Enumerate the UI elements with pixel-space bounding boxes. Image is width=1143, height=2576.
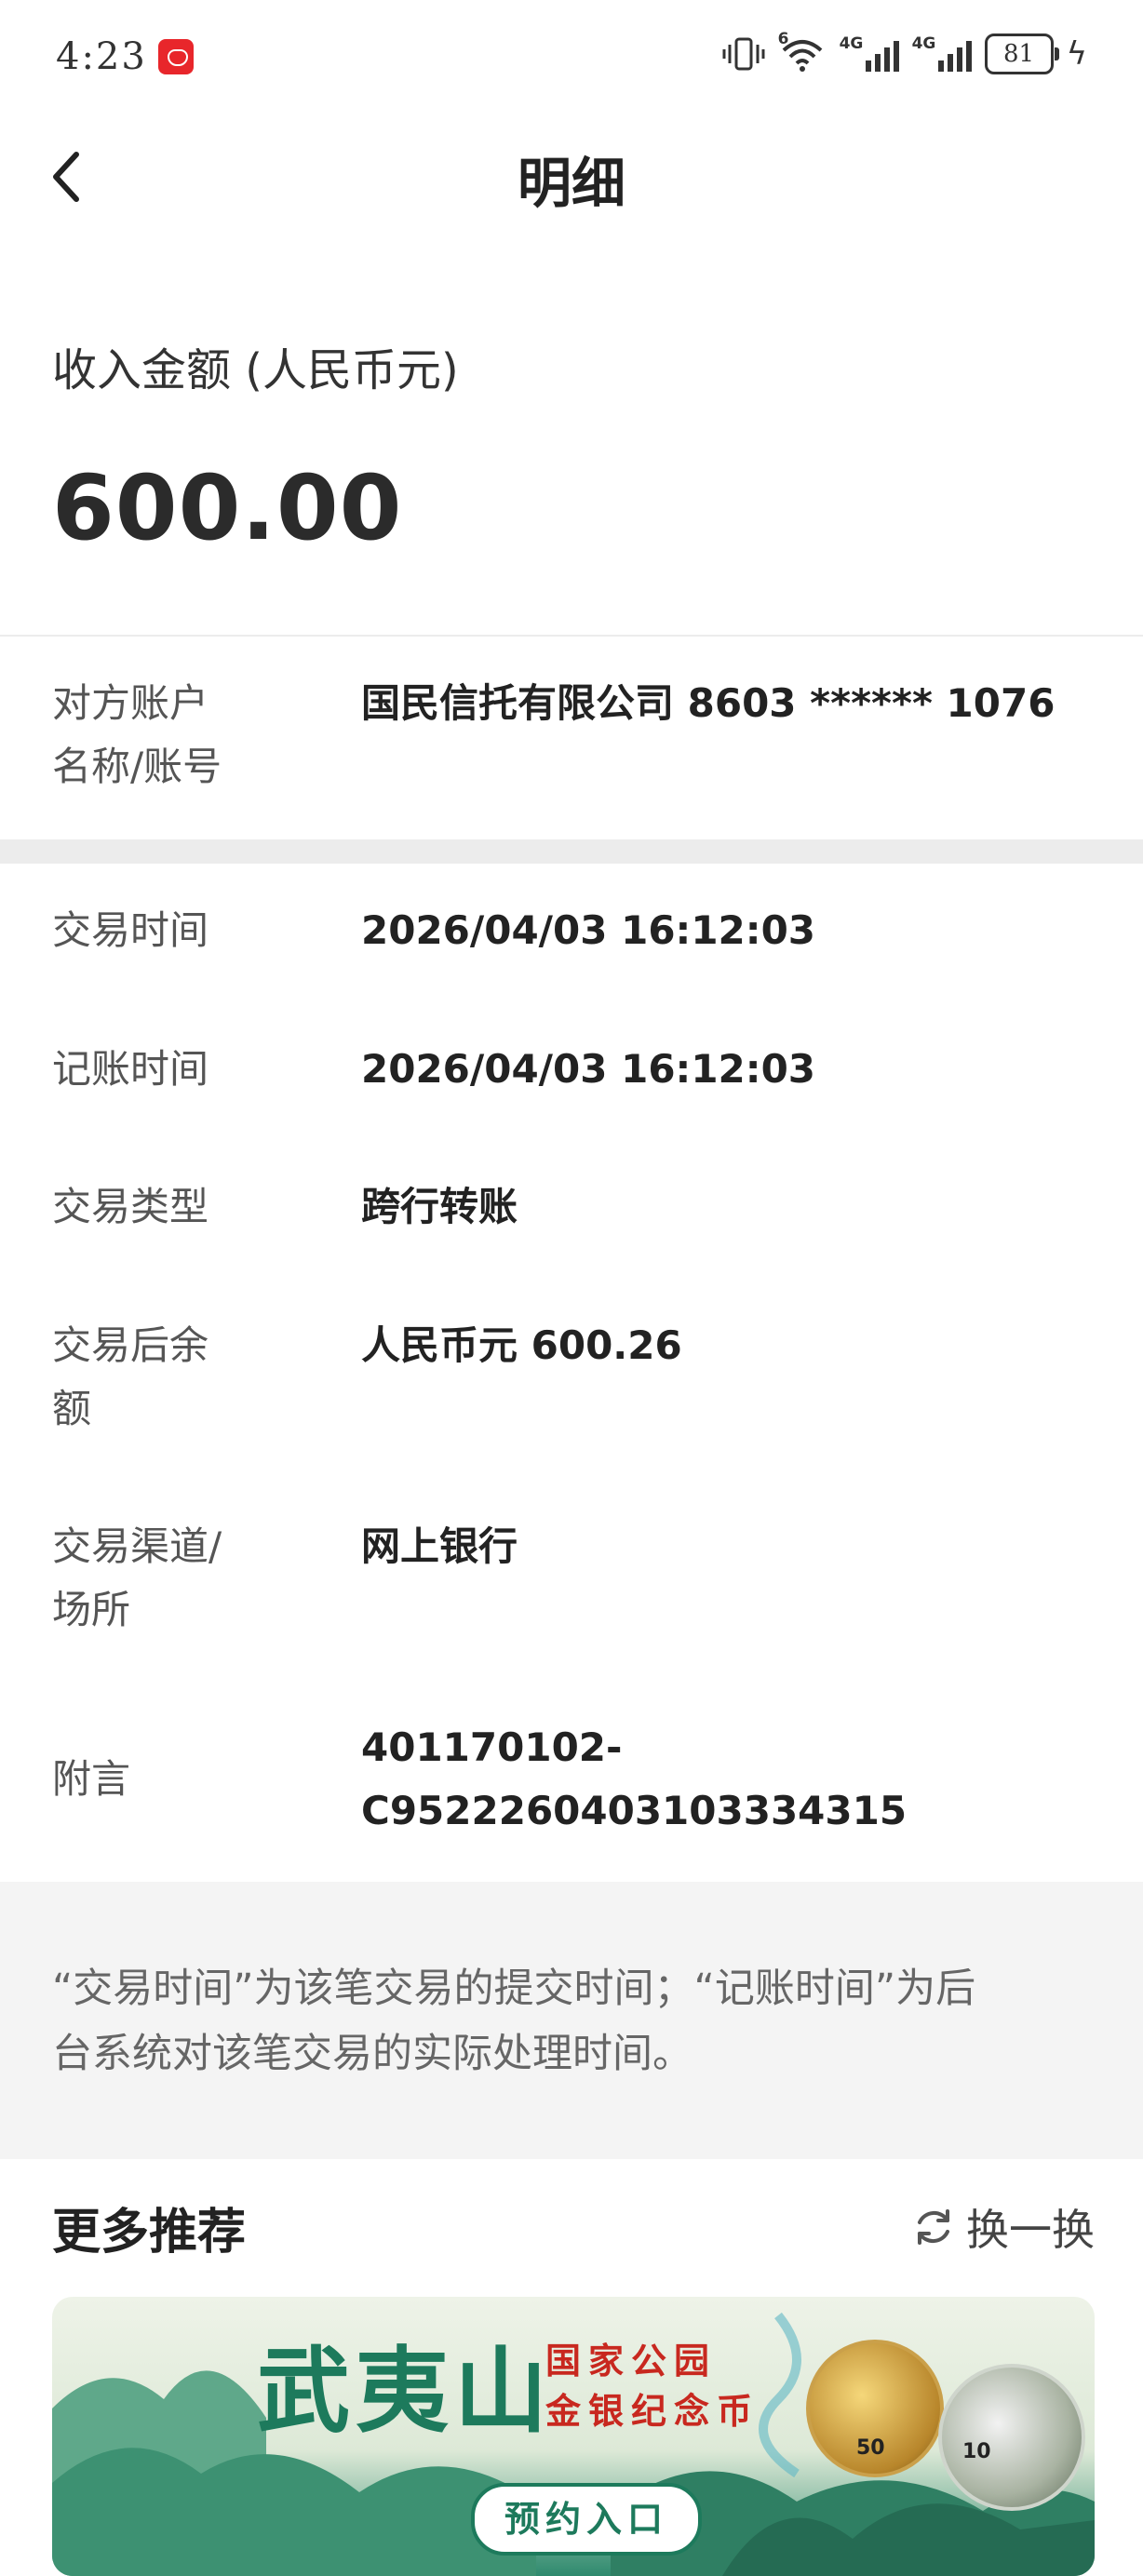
note-line: “交易时间”为该笔交易的提交时间；“记账时间”为后 bbox=[52, 1966, 976, 2012]
row-label: 交易类型 bbox=[52, 1184, 209, 1229]
status-time: 4:23 bbox=[56, 35, 147, 78]
banner-title: 武夷山 bbox=[257, 2336, 553, 2446]
wifi-tag: 6 bbox=[777, 30, 789, 48]
counterparty-value: 国民信托有限公司 8603 ****** 1076 bbox=[361, 680, 1056, 726]
amount-value: 600.00 bbox=[52, 456, 403, 560]
signal-icon-sim1: 4G bbox=[839, 34, 899, 72]
refresh-button[interactable]: 换一换 bbox=[910, 2196, 1095, 2258]
row-label-line: 对方账户 bbox=[52, 680, 209, 726]
vibrate-icon bbox=[722, 37, 765, 71]
post-time-value: 2026/04/03 16:12:03 bbox=[361, 1046, 816, 1092]
detail-row-counterparty: 对方账户 名称/账号 国民信托有限公司 8603 ****** 1076 bbox=[0, 672, 1143, 812]
charging-icon: ϟ bbox=[1066, 35, 1087, 73]
detail-row-channel: 交易渠道/ 场所 网上银行 bbox=[0, 1515, 1143, 1642]
balance-value: 人民币元 600.26 bbox=[361, 1322, 682, 1368]
promo-banner[interactable]: 武夷山 国家公园 金银纪念币 预约入口 50 10 bbox=[52, 2297, 1095, 2576]
note-text: “交易时间”为该笔交易的提交时间；“记账时间”为后 台系统对该笔交易的实际处理时… bbox=[52, 1956, 1095, 2086]
app-notification-icon bbox=[158, 39, 194, 74]
row-label: 对方账户 名称/账号 bbox=[52, 672, 331, 798]
row-label-line: 额 bbox=[52, 1386, 92, 1431]
detail-row-memo: 附言 401170102- C952226040310333431­5 bbox=[0, 1716, 1143, 1843]
page-title: 明细 bbox=[517, 152, 625, 215]
section-divider bbox=[0, 839, 1143, 864]
banner-subtitle: 金银纪念币 bbox=[545, 2391, 760, 2432]
row-label-line: 交易后余 bbox=[52, 1322, 209, 1368]
battery-icon: 81 bbox=[984, 34, 1059, 74]
refresh-icon bbox=[918, 2209, 949, 2245]
gold-coin-value: 50 bbox=[856, 2436, 885, 2460]
memo-value-line: 401170102- bbox=[361, 1724, 623, 1770]
status-icons: 6 4G 4G 81 ϟ bbox=[722, 30, 1087, 74]
trade-type-value: 跨行转账 bbox=[361, 1184, 518, 1229]
recommend-title: 更多推荐 bbox=[52, 2205, 247, 2261]
row-label: 交易渠道/ 场所 bbox=[52, 1515, 331, 1642]
banner-subtitle: 国家公园 bbox=[545, 2341, 718, 2381]
memo-value-line: C952226040310333431­5 bbox=[361, 1788, 908, 1833]
note-area: “交易时间”为该笔交易的提交时间；“记账时间”为后 台系统对该笔交易的实际处理时… bbox=[0, 1882, 1143, 2159]
detail-row-trade-time: 交易时间 2026/04/03 16:12:03 bbox=[0, 899, 1143, 964]
network-label-sim2: 4G bbox=[911, 34, 936, 53]
refresh-label: 换一换 bbox=[966, 2205, 1095, 2255]
row-label: 交易时间 bbox=[52, 907, 209, 953]
amount-label: 收入金额 (人民币元) bbox=[52, 344, 459, 396]
detail-row-trade-type: 交易类型 跨行转账 bbox=[0, 1175, 1143, 1241]
row-label: 记账时间 bbox=[52, 1046, 209, 1092]
row-label-line: 交易渠道/ bbox=[52, 1523, 222, 1569]
detail-row-balance: 交易后余 额 人民币元 600.26 bbox=[0, 1314, 1143, 1441]
row-label-line: 名称/账号 bbox=[52, 744, 222, 789]
channel-value: 网上银行 bbox=[361, 1523, 518, 1569]
status-bar: 4:23 6 4G 4G 81 ϟ bbox=[0, 0, 1143, 112]
signal-icon-sim2: 4G bbox=[911, 34, 972, 72]
wifi-icon: 6 bbox=[778, 30, 827, 73]
trade-time-value: 2026/04/03 16:12:03 bbox=[361, 907, 816, 953]
silver-coin-value: 10 bbox=[962, 2440, 991, 2463]
memo-value: 401170102- C952226040310333431­5 bbox=[361, 1716, 1106, 1843]
network-label-sim1: 4G bbox=[839, 34, 864, 53]
silver-coin-image: 10 bbox=[938, 2364, 1085, 2511]
banner-cta-button[interactable]: 预约入口 bbox=[471, 2483, 702, 2556]
row-label: 附言 bbox=[52, 1756, 131, 1802]
row-label: 交易后余 额 bbox=[52, 1314, 331, 1441]
note-line: 台系统对该笔交易的实际处理时间。 bbox=[52, 2031, 693, 2077]
gold-coin-image: 50 bbox=[806, 2340, 944, 2477]
detail-row-post-time: 记账时间 2026/04/03 16:12:03 bbox=[0, 1038, 1143, 1103]
divider bbox=[0, 635, 1143, 637]
row-label-line: 场所 bbox=[52, 1587, 131, 1632]
